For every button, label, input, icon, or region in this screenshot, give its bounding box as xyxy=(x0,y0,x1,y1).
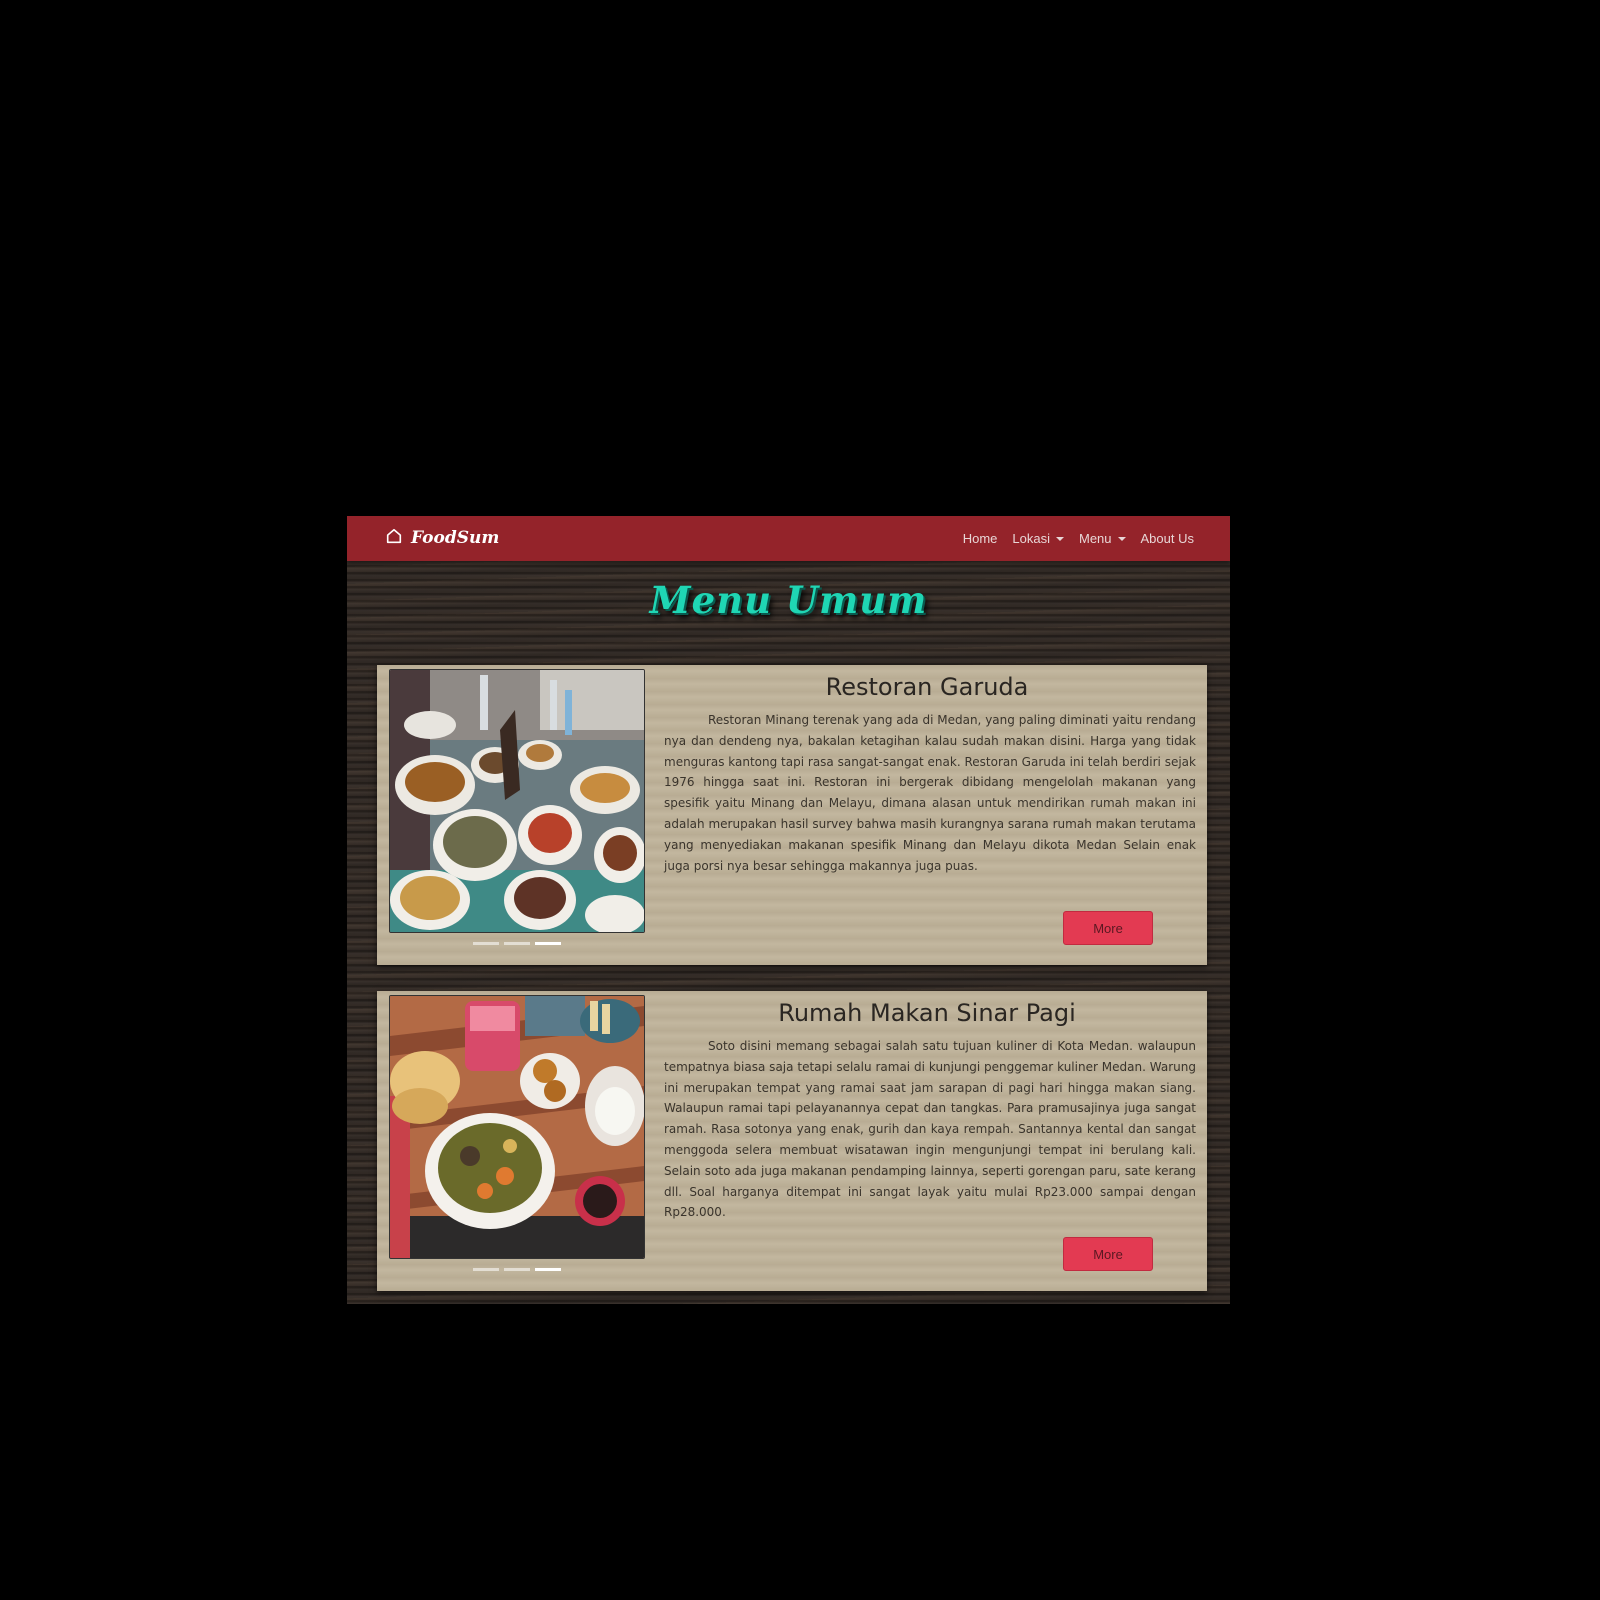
food-photo-carousel[interactable] xyxy=(389,995,645,1259)
more-button[interactable]: More xyxy=(1063,1237,1153,1271)
website-viewport: FoodSum Home Lokasi Menu About Us Menu U… xyxy=(347,516,1230,1304)
nav-item-about-us-label: About Us xyxy=(1140,531,1194,546)
food-photo xyxy=(390,670,644,932)
nav-menu: Home Lokasi Menu About Us xyxy=(963,516,1194,561)
nav-item-home-label: Home xyxy=(962,531,998,546)
carousel-indicator[interactable] xyxy=(473,1268,499,1271)
brand-name: FoodSum xyxy=(411,528,500,548)
restaurant-card: Restoran Garuda Restoran Minang terenak … xyxy=(377,665,1207,965)
nav-item-menu-label: Menu xyxy=(1078,531,1112,546)
caret-down-icon xyxy=(1055,536,1064,541)
home-icon xyxy=(385,527,411,549)
carousel-indicator[interactable] xyxy=(504,942,530,945)
food-photo-carousel[interactable] xyxy=(389,669,645,933)
nav-item-lokasi[interactable]: Lokasi xyxy=(1012,531,1064,546)
card-description: Restoran Minang terenak yang ada di Meda… xyxy=(664,713,1196,873)
nav-item-menu[interactable]: Menu xyxy=(1079,531,1126,546)
carousel-indicator-active[interactable] xyxy=(535,942,561,945)
navbar: FoodSum Home Lokasi Menu About Us xyxy=(347,516,1230,561)
carousel-indicators xyxy=(473,1268,561,1271)
more-button[interactable]: More xyxy=(1063,911,1153,945)
nav-item-about-us[interactable]: About Us xyxy=(1141,531,1194,546)
card-title: Restoran Garuda xyxy=(825,673,1029,701)
nav-item-home[interactable]: Home xyxy=(963,531,998,546)
nav-item-lokasi-label: Lokasi xyxy=(1012,531,1050,546)
card-description: Soto disini memang sebagai salah satu tu… xyxy=(664,1039,1196,1220)
caret-down-icon xyxy=(1117,536,1126,541)
page-title: Menu Umum xyxy=(649,578,928,622)
card-title: Rumah Makan Sinar Pagi xyxy=(778,999,1076,1027)
carousel-indicators xyxy=(473,942,561,945)
carousel-indicator[interactable] xyxy=(504,1268,530,1271)
food-photo xyxy=(390,996,644,1258)
carousel-indicator[interactable] xyxy=(473,942,499,945)
brand[interactable]: FoodSum xyxy=(385,525,499,551)
restaurant-card: Rumah Makan Sinar Pagi Soto disini meman… xyxy=(377,991,1207,1291)
carousel-indicator-active[interactable] xyxy=(535,1268,561,1271)
